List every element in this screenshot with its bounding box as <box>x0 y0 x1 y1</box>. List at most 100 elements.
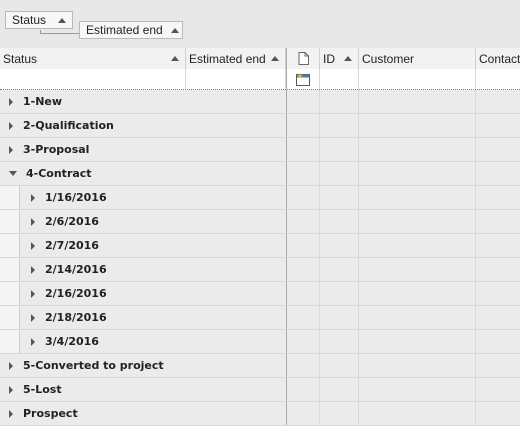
group-row-cell <box>320 402 359 425</box>
group-row-content: Prospect <box>9 402 78 425</box>
filter-cell-id[interactable] <box>320 69 359 89</box>
group-row-cell <box>286 330 320 353</box>
group-row-content: 1-New <box>9 90 62 113</box>
subgroup-row[interactable]: 2/6/2016 <box>0 210 520 234</box>
group-row[interactable]: 5-Lost <box>0 378 520 402</box>
group-row-label: Prospect <box>23 407 78 420</box>
expand-arrow-icon[interactable] <box>9 409 13 418</box>
filter-cell-contact[interactable] <box>476 69 520 89</box>
sort-ascending-icon <box>271 56 279 61</box>
group-row-content: 5-Converted to project <box>9 354 164 377</box>
sort-ascending-icon <box>170 27 179 33</box>
column-header-document[interactable] <box>286 48 320 69</box>
expand-arrow-icon[interactable] <box>31 241 35 250</box>
subgroup-row[interactable]: 2/16/2016 <box>0 282 520 306</box>
expand-arrow-icon[interactable] <box>9 385 13 394</box>
group-row-cell <box>286 138 320 161</box>
filter-cell-estimated-end[interactable] <box>186 69 286 89</box>
sort-ascending-icon <box>171 56 179 61</box>
expand-arrow-icon[interactable] <box>31 289 35 298</box>
expand-arrow-icon[interactable] <box>31 337 35 346</box>
column-header-label: Contact <box>479 51 520 66</box>
expand-arrow-icon[interactable] <box>31 265 35 274</box>
column-header-label: Customer <box>362 51 415 66</box>
group-row-label: 2/7/2016 <box>45 239 99 252</box>
group-row-cell <box>320 330 359 353</box>
group-row-cell <box>476 210 520 233</box>
expand-arrow-icon[interactable] <box>9 361 13 370</box>
expand-arrow-icon[interactable] <box>9 97 13 106</box>
group-row-cell <box>286 306 320 329</box>
group-row-cell <box>476 234 520 257</box>
group-row[interactable]: 5-Converted to project <box>0 354 520 378</box>
group-row-cell <box>286 162 320 185</box>
group-row-cell <box>286 282 320 305</box>
group-row-cell <box>286 378 320 401</box>
group-row-label: 3/4/2016 <box>45 335 99 348</box>
group-row-cell <box>476 258 520 281</box>
column-header-contact[interactable]: Contact <box>476 48 520 69</box>
group-row[interactable]: 2-Qualification <box>0 114 520 138</box>
column-header-label: Status <box>3 51 38 66</box>
group-indent <box>0 258 20 281</box>
group-row-label: 2/18/2016 <box>45 311 107 324</box>
group-row[interactable]: 3-Proposal <box>0 138 520 162</box>
group-row-label: 5-Converted to project <box>23 359 164 372</box>
group-row-cell <box>359 258 476 281</box>
group-row[interactable]: 4-Contract <box>0 162 520 186</box>
group-row-cell <box>320 234 359 257</box>
subgroup-row[interactable]: 3/4/2016 <box>0 330 520 354</box>
subgroup-row[interactable]: 1/16/2016 <box>0 186 520 210</box>
column-header-label: Estimated end <box>189 51 266 66</box>
filter-cell-customer[interactable] <box>359 69 476 89</box>
group-row-cell <box>286 90 320 113</box>
group-row-label: 2/14/2016 <box>45 263 107 276</box>
collapse-arrow-icon[interactable] <box>9 171 17 176</box>
group-chip-status[interactable]: Status <box>5 11 73 29</box>
new-row-icon[interactable] <box>295 72 311 87</box>
column-header-estimated-end[interactable]: Estimated end <box>186 48 286 69</box>
filter-cell-status[interactable] <box>0 69 186 89</box>
group-chip-label: Estimated end <box>86 23 163 37</box>
column-header-status[interactable]: Status <box>0 48 186 69</box>
expand-arrow-icon[interactable] <box>31 193 35 202</box>
group-row-content: 3/4/2016 <box>31 330 99 353</box>
grid-body: 1-New 2-Qualification 3-Proposal 4-Contract… <box>0 90 520 426</box>
group-row-cell <box>359 162 476 185</box>
document-icon <box>298 52 309 65</box>
group-row-content: 2/14/2016 <box>31 258 107 281</box>
group-row-cell <box>476 186 520 209</box>
column-header-id[interactable]: ID <box>320 48 359 69</box>
group-row-label: 2/6/2016 <box>45 215 99 228</box>
filter-cell-document[interactable] <box>286 69 320 89</box>
group-indent <box>0 282 20 305</box>
expand-arrow-icon[interactable] <box>9 121 13 130</box>
group-row-cell <box>359 354 476 377</box>
group-row-content: 5-Lost <box>9 378 62 401</box>
group-row-cell <box>359 210 476 233</box>
group-row-cell <box>359 114 476 137</box>
group-row-content: 2/18/2016 <box>31 306 107 329</box>
group-row-cell <box>286 210 320 233</box>
group-row-cell <box>286 186 320 209</box>
column-header-customer[interactable]: Customer <box>359 48 476 69</box>
group-row[interactable]: Prospect <box>0 402 520 426</box>
group-row[interactable]: 1-New <box>0 90 520 114</box>
group-chip-estimated-end[interactable]: Estimated end <box>79 21 183 39</box>
group-row-cell <box>286 114 320 137</box>
group-row-label: 1/16/2016 <box>45 191 107 204</box>
group-row-content: 2/6/2016 <box>31 210 99 233</box>
group-row-content: 2/7/2016 <box>31 234 99 257</box>
expand-arrow-icon[interactable] <box>31 217 35 226</box>
group-row-cell <box>359 282 476 305</box>
group-row-cell <box>320 354 359 377</box>
subgroup-row[interactable]: 2/7/2016 <box>0 234 520 258</box>
group-row-cell <box>359 378 476 401</box>
group-row-cell <box>476 162 520 185</box>
group-row-label: 3-Proposal <box>23 143 90 156</box>
subgroup-row[interactable]: 2/18/2016 <box>0 306 520 330</box>
expand-arrow-icon[interactable] <box>31 313 35 322</box>
group-row-cell <box>320 210 359 233</box>
subgroup-row[interactable]: 2/14/2016 <box>0 258 520 282</box>
expand-arrow-icon[interactable] <box>9 145 13 154</box>
